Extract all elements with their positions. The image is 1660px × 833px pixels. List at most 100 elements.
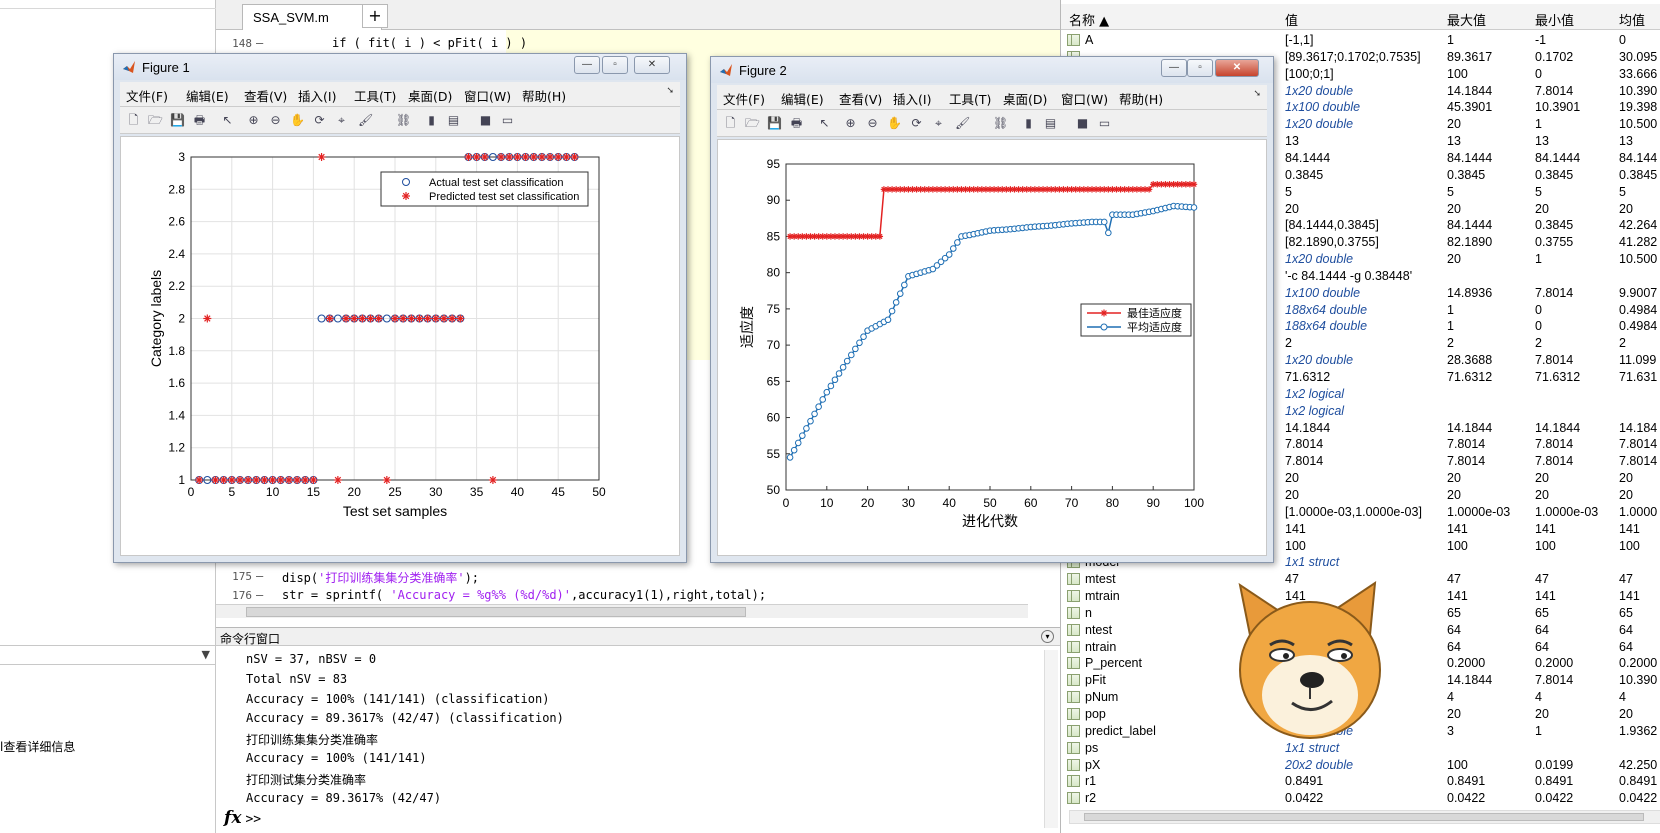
data-cursor-icon[interactable]: ⌖ [334, 113, 349, 128]
hide-tools-icon[interactable]: ■ [1075, 116, 1090, 131]
mean-fitness-point [901, 281, 908, 289]
command-prompt[interactable]: fx >> [224, 808, 261, 828]
zoom-out-icon[interactable]: ⊖ [865, 116, 880, 131]
legend-icon[interactable]: ▤ [1043, 116, 1058, 131]
file-tab-ssa-svm[interactable]: SSA_SVM.m✕ [242, 4, 382, 30]
figure1-chart[interactable]: 0 5 10 15 20 25 30 35 40 45 50 1 1.2 1.4 1.6 1.8 2 2.2 2.4… [121, 137, 681, 557]
new-file-icon[interactable]: 🗋 [126, 113, 141, 128]
maximize-button[interactable]: ▫ [602, 56, 628, 74]
workspace-hscrollbar[interactable] [1069, 810, 1660, 824]
workspace-row[interactable]: r2 0.0422 0.0422 0.0422 0.0422 [1061, 790, 1660, 807]
figure2-canvas[interactable]: 0 10 20 30 40 50 60 70 80 90 100 50 55 60 65 70 75 80 85 90… [717, 139, 1267, 556]
menu-item-0[interactable]: 文件(F) [723, 89, 765, 108]
dock-arrow-icon[interactable]: ➘ [666, 86, 674, 96]
mean-fitness-point [786, 454, 794, 461]
brush-icon[interactable]: 🖌 [955, 116, 970, 131]
menu-item-5[interactable]: 桌面(D) [408, 86, 452, 105]
menu-item-1[interactable]: 编辑(E) [186, 86, 229, 105]
link-icon[interactable]: ⛓ [396, 113, 411, 128]
code-line[interactable]: 176– str = sprintf( 'Accuracy = %g%% (%d… [216, 586, 1046, 606]
pan-icon[interactable]: ✋ [290, 113, 305, 128]
new-file-icon[interactable]: 🗋 [723, 116, 738, 131]
colorbar-icon[interactable]: ▮ [424, 113, 439, 128]
zoom-in-icon[interactable]: ⊕ [246, 113, 261, 128]
workspace-row[interactable]: A [-1,1] 1 -1 0 [1061, 32, 1660, 49]
mean-fitness-point [888, 307, 896, 315]
col-max-header[interactable]: 最大值 [1447, 10, 1486, 29]
minimize-button[interactable]: — [574, 56, 600, 74]
scroll-thumb[interactable] [1084, 813, 1644, 821]
command-window[interactable]: 命令行窗口 ▾ nSV = 37, nBSV = 0 Total nSV = 83 A… [216, 627, 1060, 833]
dock-icon[interactable]: ▭ [1097, 116, 1112, 131]
print-icon[interactable]: 🖶 [192, 113, 207, 128]
details-dropdown[interactable]: ▼ [0, 645, 216, 665]
open-file-icon[interactable]: 🗁 [148, 113, 163, 128]
chevron-down-icon[interactable]: ▼ [202, 648, 210, 661]
figure1-titlebar[interactable]: Figure 1 — ▫ ✕ [114, 54, 686, 80]
dock-icon[interactable]: ▭ [500, 113, 515, 128]
dock-arrow-icon[interactable]: ➘ [1253, 89, 1261, 99]
menu-item-1[interactable]: 编辑(E) [781, 89, 824, 108]
menu-item-5[interactable]: 桌面(D) [1003, 89, 1047, 108]
menu-item-3[interactable]: 插入(I) [893, 89, 931, 108]
open-file-icon[interactable]: 🗁 [745, 116, 760, 131]
data-cursor-icon[interactable]: ⌖ [931, 116, 946, 131]
figure2-window[interactable]: Figure 2 — ▫ ✕ 文件(F) 编辑(E) 查看(V) 插入(I) 工具(T)… [710, 56, 1274, 563]
pointer-icon[interactable]: ↖ [220, 113, 235, 128]
menu-item-7[interactable]: 帮助(H) [1119, 89, 1163, 108]
rotate-icon[interactable]: ⟳ [312, 113, 327, 128]
panel-menu-icon[interactable]: ▾ [1041, 630, 1054, 643]
y-tick-label: 3 [178, 150, 185, 164]
workspace-cell-mean: 10.390 [1619, 83, 1658, 98]
figure2-chart[interactable]: 0 10 20 30 40 50 60 70 80 90 100 50 55 60 65 70 75 80 85 90… [718, 140, 1268, 560]
hide-tools-icon[interactable]: ■ [478, 113, 493, 128]
maximize-button[interactable]: ▫ [1187, 59, 1213, 77]
menu-item-7[interactable]: 帮助(H) [522, 86, 566, 105]
col-mean-header[interactable]: 均值 [1619, 10, 1645, 29]
menu-item-4[interactable]: 工具(T) [949, 89, 991, 108]
pointer-icon[interactable]: ↖ [817, 116, 832, 131]
brush-icon[interactable]: 🖌 [358, 113, 373, 128]
menu-item-4[interactable]: 工具(T) [354, 86, 396, 105]
figure1-canvas[interactable]: 0 5 10 15 20 25 30 35 40 45 50 1 1.2 1.4 1.6 1.8 2 2.2 2.4… [120, 136, 680, 556]
mean-fitness-point [892, 299, 900, 306]
save-icon[interactable]: 💾 [767, 116, 782, 131]
figure1-window[interactable]: Figure 1 — ▫ ✕ 文件(F) 编辑(E) 查看(V) 插入(I) 工具(T)… [113, 53, 687, 563]
menu-item-6[interactable]: 窗口(W) [464, 86, 511, 105]
menu-item-0[interactable]: 文件(F) [126, 86, 168, 105]
save-icon[interactable]: 💾 [170, 113, 185, 128]
link-icon[interactable]: ⛓ [993, 116, 1008, 131]
x-tick-label: 15 [307, 485, 321, 499]
pan-icon[interactable]: ✋ [887, 116, 902, 131]
legend-icon[interactable]: ▤ [446, 113, 461, 128]
workspace-cell-value: 71.6312 [1285, 370, 1331, 384]
close-button[interactable]: ✕ [1215, 59, 1259, 77]
editor-hscrollbar[interactable] [216, 604, 1028, 618]
workspace-row[interactable]: pX 20x2 double 100 0.0199 42.250 [1061, 757, 1660, 774]
code-line[interactable]: 148– if ( fit( i ) < pFit( i ) ) [216, 34, 1046, 54]
figure2-titlebar[interactable]: Figure 2 — ▫ ✕ [711, 57, 1273, 83]
command-vscrollbar[interactable] [1044, 650, 1058, 828]
mean-fitness-point [803, 425, 810, 432]
col-value-header[interactable]: 值 [1285, 10, 1298, 29]
menu-item-3[interactable]: 插入(I) [298, 86, 336, 105]
menu-item-6[interactable]: 窗口(W) [1061, 89, 1108, 108]
colorbar-icon[interactable]: ▮ [1021, 116, 1036, 131]
fx-icon[interactable]: fx [224, 808, 241, 828]
menu-item-2[interactable]: 查看(V) [244, 86, 287, 105]
zoom-in-icon[interactable]: ⊕ [843, 116, 858, 131]
workspace-row[interactable]: r1 0.8491 0.8491 0.8491 0.8491 [1061, 773, 1660, 790]
zoom-out-icon[interactable]: ⊖ [268, 113, 283, 128]
minimize-button[interactable]: — [1161, 59, 1187, 77]
close-button[interactable]: ✕ [634, 56, 670, 74]
menu-item-2[interactable]: 查看(V) [839, 89, 882, 108]
print-icon[interactable]: 🖶 [789, 116, 804, 131]
col-name-header[interactable]: 名称 ▲ [1069, 10, 1109, 29]
col-min-header[interactable]: 最小值 [1535, 10, 1574, 29]
add-tab-button[interactable]: + [362, 4, 388, 28]
mean-fitness-point [794, 439, 802, 447]
command-output-line: nSV = 37, nBSV = 0 [246, 652, 377, 666]
rotate-icon[interactable]: ⟳ [909, 116, 924, 131]
code-line[interactable]: 175– disp('打印训练集集分类准确率'); [216, 567, 1046, 587]
scroll-thumb[interactable] [246, 607, 746, 617]
